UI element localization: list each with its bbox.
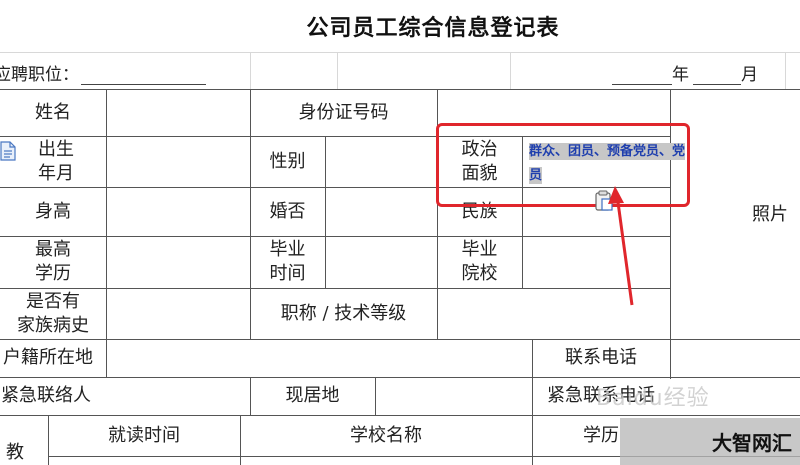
- label-id-number: 身份证号码: [298, 101, 389, 123]
- month-label: 月: [741, 65, 758, 85]
- label-marital: 婚否: [269, 200, 306, 222]
- brand-banner: 大智网汇: [620, 418, 800, 465]
- paste-options-icon[interactable]: [595, 190, 621, 212]
- label-gender: 性别: [269, 150, 306, 172]
- label-study-time: 就读时间: [108, 424, 180, 446]
- apply-position-label: 应聘职位：: [0, 65, 79, 85]
- apply-position-blank[interactable]: [81, 68, 206, 85]
- label-phone: 联系电话: [565, 347, 637, 368]
- col-line-1: [106, 89, 107, 377]
- page-title: 公司员工综合信息登记表: [306, 16, 560, 41]
- header-divider-4: [785, 52, 786, 89]
- col-line-11: [375, 377, 376, 415]
- highlight-box: [436, 123, 690, 207]
- label-grad-school: 毕业 院校: [461, 239, 498, 284]
- label-school-name: 学校名称: [350, 424, 422, 446]
- year-blank[interactable]: [612, 68, 672, 85]
- label-emergency-contact: 紧急联络人: [1, 385, 91, 406]
- month-blank[interactable]: [693, 68, 741, 85]
- label-height: 身高: [35, 200, 71, 222]
- row-line-6: [0, 339, 800, 340]
- document-icon: [0, 141, 16, 161]
- header-top-line: [0, 52, 800, 53]
- apply-position-field: 应聘职位：: [0, 60, 206, 85]
- date-field: 年月: [612, 60, 758, 85]
- col-line-3: [325, 136, 326, 288]
- label-birth: 出生 年月: [38, 138, 74, 184]
- label-residence: 现居地: [285, 385, 340, 406]
- label-edu-section: 教: [6, 441, 24, 463]
- label-photo: 照片: [752, 204, 788, 225]
- year-label: 年: [672, 65, 689, 85]
- label-education: 最高 学历: [35, 239, 71, 284]
- header-divider-2: [337, 52, 338, 89]
- label-name: 姓名: [35, 101, 71, 123]
- watermark-text: Baidu经验: [596, 386, 710, 411]
- label-family-history: 是否有 家族病史: [17, 290, 89, 336]
- header-divider-1: [250, 52, 251, 89]
- label-household: 户籍所在地: [3, 347, 93, 368]
- row-line-7: [0, 377, 800, 378]
- header-divider-3: [510, 52, 511, 89]
- label-grad-time: 毕业 时间: [269, 239, 306, 284]
- label-title-grade: 职称 / 技术等级: [280, 302, 407, 324]
